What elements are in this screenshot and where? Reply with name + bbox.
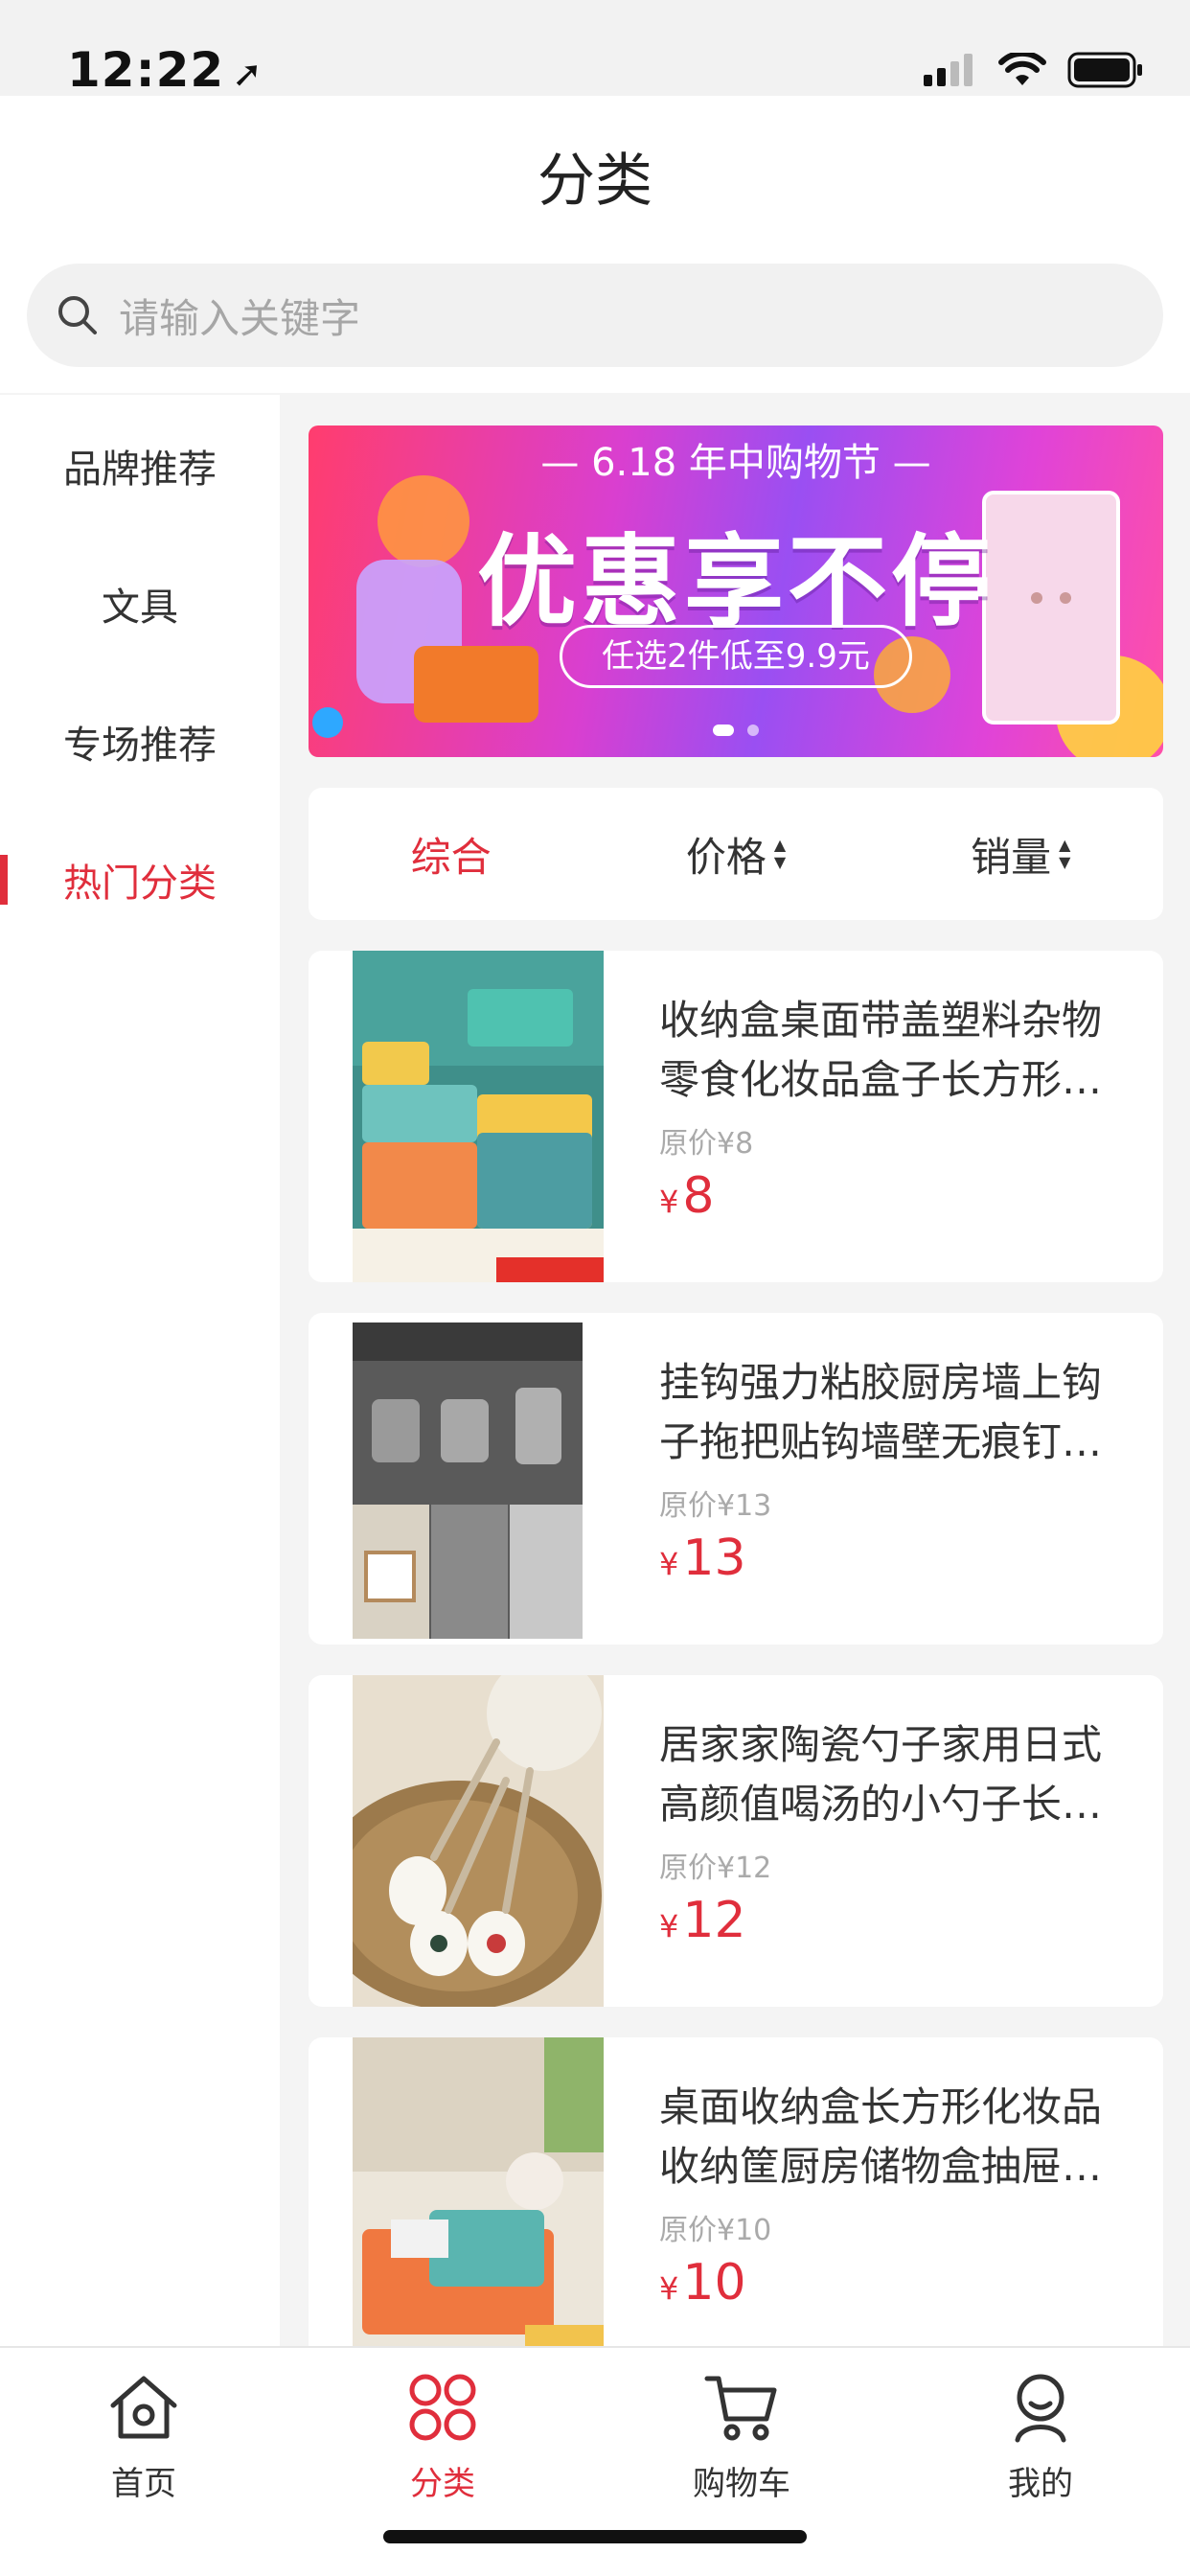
- currency-symbol: ¥: [659, 1908, 679, 1944]
- main-content: — 6.18 年中购物节 — 优惠享不停 任选2件低至9.9元 综合 价格 ▲ ▼…: [280, 395, 1190, 2346]
- category-icon: [409, 2374, 476, 2441]
- product-card[interactable]: 桌面收纳盒长方形化妆品收纳筐厨房储物盒抽屉整理盒 原价¥10 ¥10: [309, 2037, 1163, 2346]
- product-name: 居家家陶瓷勺子家用日式高颜值喝汤的小勺子长柄汤勺: [659, 1721, 1103, 1828]
- status-bar: 12:22 ➚: [0, 0, 1190, 98]
- product-card[interactable]: 挂钩强力粘胶厨房墙上钩子拖把贴钩墙壁无痕钉挂钩 原价¥13 ¥13: [309, 1313, 1163, 1644]
- sidebar-item-brand[interactable]: 品牌推荐: [0, 397, 280, 535]
- tab-profile[interactable]: 我的: [954, 2369, 1127, 2504]
- tab-label: 分类: [410, 2465, 475, 2503]
- product-original-price: 原价¥8: [659, 1127, 754, 1161]
- sort-label: 价格: [685, 833, 767, 881]
- header: 分类 请输入关键字: [0, 96, 1190, 393]
- product-price: ¥12: [659, 1892, 746, 1949]
- sort-label: 综合: [410, 833, 492, 881]
- price-value: 8: [682, 1167, 715, 1225]
- banner-subtitle: 任选2件低至9.9元: [560, 625, 912, 688]
- sidebar-item-stationery[interactable]: 文具: [0, 535, 280, 673]
- status-time: 12:22 ➚: [67, 42, 263, 98]
- product-original-price: 原价¥12: [659, 1852, 772, 1885]
- sidebar-item-special[interactable]: 专场推荐: [0, 673, 280, 811]
- carousel-dot-active[interactable]: [713, 724, 734, 736]
- page-title: 分类: [538, 148, 652, 215]
- product-image-storage-boxes: [353, 951, 604, 1282]
- product-price: ¥10: [659, 2254, 746, 2312]
- product-price: ¥8: [659, 1167, 714, 1225]
- tab-label: 购物车: [693, 2465, 790, 2503]
- product-name: 桌面收纳盒长方形化妆品收纳筐厨房储物盒抽屉整理盒: [659, 2083, 1103, 2190]
- carousel-dot[interactable]: [747, 724, 759, 736]
- location-arrow-icon: ➚: [232, 53, 263, 95]
- currency-symbol: ¥: [659, 1184, 679, 1220]
- sort-price[interactable]: 价格 ▲ ▼: [593, 825, 878, 884]
- product-card[interactable]: 收纳盒桌面带盖塑料杂物零食化妆品盒子长方形收纳箱 原价¥8 ¥8: [309, 951, 1163, 1282]
- product-name: 挂钩强力粘胶厨房墙上钩子拖把贴钩墙壁无痕钉挂钩: [659, 1359, 1103, 1465]
- home-icon: [110, 2376, 177, 2439]
- banner-headline: 优惠享不停: [476, 523, 995, 640]
- product-image-desk-organizer: [353, 2037, 604, 2346]
- profile-icon: [1015, 2374, 1066, 2443]
- product-price: ¥13: [659, 1530, 746, 1587]
- product-image-wall-hooks: [353, 1322, 583, 1639]
- promo-banner[interactable]: — 6.18 年中购物节 — 优惠享不停 任选2件低至9.9元: [309, 426, 1163, 757]
- carousel-indicator: [309, 724, 1163, 736]
- product-card[interactable]: 居家家陶瓷勺子家用日式高颜值喝汤的小勺子长柄汤勺 原价¥12 ¥12: [309, 1675, 1163, 2007]
- battery-icon: [1067, 52, 1142, 88]
- search-bar[interactable]: 请输入关键字: [27, 264, 1163, 367]
- category-sidebar: 品牌推荐 文具 专场推荐 热门分类: [0, 395, 280, 2346]
- clock-text: 12:22: [67, 42, 225, 98]
- sort-bar: 综合 价格 ▲ ▼ 销量 ▲ ▼: [309, 788, 1163, 920]
- currency-symbol: ¥: [659, 1546, 679, 1582]
- sort-sales[interactable]: 销量 ▲ ▼: [879, 825, 1163, 884]
- product-name: 收纳盒桌面带盖塑料杂物零食化妆品盒子长方形收纳箱: [659, 997, 1103, 1103]
- search-icon: [58, 296, 97, 334]
- tab-label: 我的: [1008, 2465, 1073, 2503]
- currency-symbol: ¥: [659, 2270, 679, 2307]
- sort-comprehensive[interactable]: 综合: [309, 825, 593, 884]
- sidebar-item-hot[interactable]: 热门分类: [0, 811, 280, 949]
- sort-arrows-icon: ▲ ▼: [1059, 836, 1071, 871]
- tab-home[interactable]: 首页: [57, 2369, 230, 2504]
- product-image-ceramic-spoons: [353, 1675, 604, 2007]
- tab-label: 首页: [111, 2465, 176, 2503]
- status-icons: [924, 52, 1144, 88]
- wifi-icon: [998, 53, 1046, 85]
- home-indicator[interactable]: [383, 2530, 807, 2543]
- price-value: 13: [682, 1530, 746, 1587]
- tab-category[interactable]: 分类: [356, 2369, 529, 2504]
- sort-label: 销量: [971, 833, 1052, 881]
- search-input[interactable]: 请输入关键字: [119, 287, 360, 345]
- tab-cart[interactable]: 购物车: [655, 2369, 828, 2504]
- sort-arrows-icon: ▲ ▼: [773, 836, 787, 871]
- cart-icon: [704, 2376, 777, 2441]
- banner-top-text: — 6.18 年中购物节 —: [540, 441, 931, 485]
- product-original-price: 原价¥10: [659, 2214, 772, 2247]
- product-original-price: 原价¥13: [659, 1489, 772, 1523]
- price-value: 10: [682, 2254, 746, 2312]
- price-value: 12: [682, 1892, 746, 1949]
- cellular-signal-icon: [924, 54, 973, 86]
